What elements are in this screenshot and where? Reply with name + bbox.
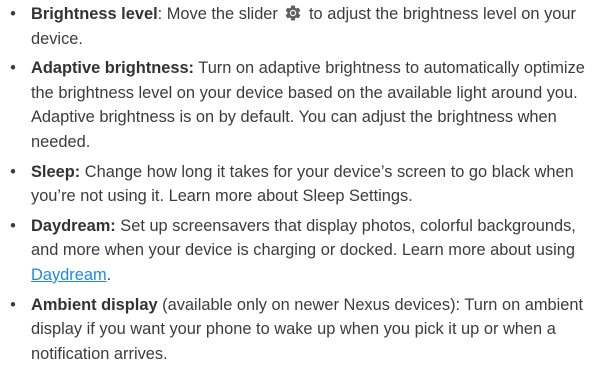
list-item-daydream: • Daydream: Set up screensavers that dis… bbox=[0, 214, 603, 288]
bullet: • bbox=[10, 216, 16, 235]
bullet: • bbox=[10, 162, 16, 181]
display-settings-list: • Brightness level: Move the slider to a… bbox=[0, 2, 603, 366]
bullet: • bbox=[10, 295, 16, 314]
term-brightness-level: Brightness level bbox=[31, 5, 158, 23]
daydream-link[interactable]: Daydream bbox=[31, 266, 107, 284]
bullet: • bbox=[10, 59, 16, 78]
sleep-description: Change how long it takes for your device… bbox=[31, 162, 574, 206]
term-sleep: Sleep: bbox=[31, 162, 81, 181]
term-adaptive-brightness: Adaptive brightness: bbox=[31, 59, 195, 78]
brightness-gear-icon bbox=[286, 5, 301, 21]
bullet: • bbox=[10, 5, 16, 23]
term-daydream: Daydream: bbox=[31, 216, 116, 235]
list-item-brightness-level: • Brightness level: Move the slider to a… bbox=[0, 2, 603, 51]
daydream-description-end: . bbox=[106, 265, 112, 284]
brightness-description-before: Move the slider bbox=[162, 5, 283, 23]
list-item-adaptive-brightness: • Adaptive brightness: Turn on adaptive … bbox=[0, 56, 603, 154]
list-item-ambient-display: • Ambient display (available only on new… bbox=[0, 293, 603, 367]
term-ambient-display: Ambient display bbox=[31, 295, 158, 314]
list-item-sleep: • Sleep: Change how long it takes for yo… bbox=[0, 160, 603, 209]
settings-description-document: • Brightness level: Move the slider to a… bbox=[0, 2, 603, 373]
